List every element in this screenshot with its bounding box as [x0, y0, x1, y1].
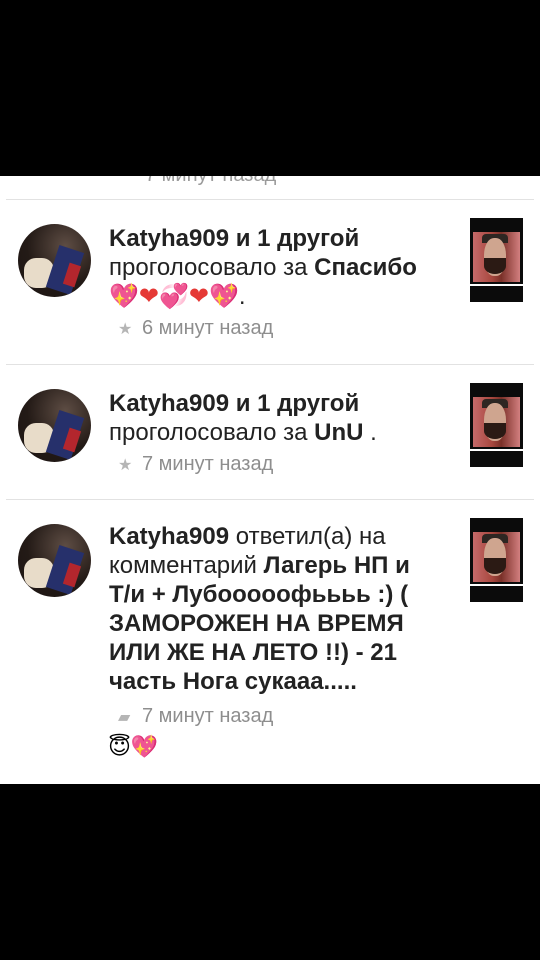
notification-target[interactable]: Спасибо: [314, 254, 417, 281]
notification-user[interactable]: Katyha909 и 1 другой: [109, 225, 359, 252]
notification-action: проголосовало за: [109, 419, 308, 446]
notification-item[interactable]: Katyha909 ответил(а) на комментарий Лаге…: [0, 500, 540, 784]
black-letterbox-bottom: [0, 784, 540, 960]
reaction-emoji: 😇💖: [108, 735, 159, 760]
notification-text: Katyha909 и 1 другой проголосовало за Сп…: [109, 225, 417, 310]
notification-item[interactable]: Katyha909 и 1 другой проголосовало за Сп…: [0, 200, 540, 363]
black-letterbox-top: [0, 0, 540, 176]
star-icon: ★: [118, 457, 133, 474]
avatar[interactable]: [18, 524, 91, 597]
notification-text: Katyha909 ответил(а) на комментарий Лаге…: [109, 522, 424, 696]
story-thumbnail[interactable]: [470, 218, 523, 302]
notification-time: 7 минут назад: [142, 705, 274, 727]
story-thumbnail[interactable]: [470, 383, 523, 467]
story-thumbnail[interactable]: [470, 518, 523, 602]
star-icon: ★: [118, 321, 133, 338]
notification-time: 6 минут назад: [142, 317, 274, 339]
notification-user[interactable]: Katyha909 и 1 другой: [109, 390, 359, 417]
reactions: 😇💖: [108, 735, 158, 760]
notification-text: Katyha909 и 1 другой проголосовало за Un…: [109, 389, 454, 447]
notification-item[interactable]: Katyha909 и 1 другой проголосовало за Un…: [0, 365, 540, 499]
notification-meta: ★ 6 минут назад: [118, 317, 273, 340]
notification-target[interactable]: UnU: [314, 419, 363, 446]
notification-action: проголосовало за: [109, 254, 308, 281]
notification-list[interactable]: 7 минут назад Katyha909 и 1 другой прого…: [0, 176, 540, 784]
notification-user[interactable]: Katyha909: [109, 523, 229, 550]
notification-meta: ★ 7 минут назад: [118, 453, 273, 476]
avatar[interactable]: [18, 224, 91, 297]
previous-item-time: 7 минут назад: [145, 176, 276, 187]
notification-meta: ▰ 7 минут назад: [118, 705, 273, 728]
target-emoji: 💖❤💞❤💖: [109, 282, 239, 310]
comment-icon: ▰: [118, 709, 131, 726]
notification-time: 7 минут назад: [142, 453, 274, 475]
target-suffix: .: [370, 419, 377, 446]
avatar[interactable]: [18, 389, 91, 462]
